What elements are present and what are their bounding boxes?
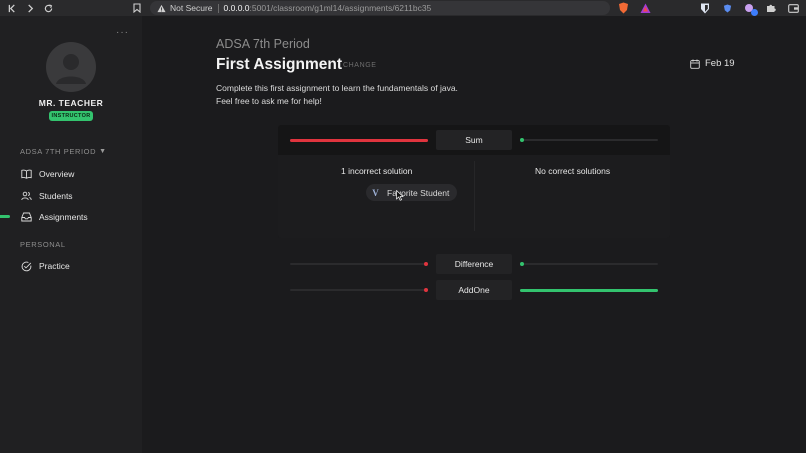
active-indicator — [0, 215, 10, 218]
class-section-toggle[interactable]: ADSA 7TH PERIOD ▼ — [20, 147, 107, 156]
caret-down-icon: ▼ — [99, 148, 107, 155]
sidebar-item-label: Practice — [39, 261, 70, 271]
brave-shield-icon[interactable] — [616, 1, 630, 15]
test-name: AddOne — [436, 280, 512, 300]
extension-dropper-icon[interactable] — [742, 1, 758, 16]
correct-dot — [520, 262, 524, 266]
correct-bar — [520, 289, 658, 292]
inbox-icon — [20, 211, 32, 223]
test-name: Sum — [436, 130, 512, 150]
sum-detail-area: 1 incorrect solution No correct solution… — [278, 155, 670, 238]
correct-heading: No correct solutions — [535, 166, 611, 176]
extension-badge — [751, 9, 758, 16]
forward-arrow-icon[interactable] — [21, 0, 39, 16]
warning-icon — [156, 3, 166, 13]
change-assignment-link[interactable]: CHANGE — [343, 62, 377, 69]
sidebar-item-label: Assignments — [39, 212, 88, 222]
incorrect-dot — [424, 262, 428, 266]
book-icon — [20, 168, 32, 180]
bookmark-icon[interactable] — [130, 0, 144, 16]
detail-divider — [474, 161, 475, 231]
check-circle-icon — [20, 260, 32, 272]
reload-icon[interactable] — [39, 0, 57, 16]
teacher-name: MR. TEACHER — [38, 98, 104, 108]
class-section-label: ADSA 7TH PERIOD — [20, 147, 97, 156]
brave-rewards-icon[interactable] — [638, 1, 652, 15]
wallet-icon[interactable] — [786, 1, 800, 15]
back-arrow-icon[interactable] — [3, 0, 21, 16]
more-options-icon[interactable]: ··· — [116, 27, 129, 38]
user-silhouette-icon — [56, 54, 86, 84]
assignment-description: Complete this first assignment to learn … — [216, 82, 516, 108]
correct-fill — [520, 289, 658, 292]
personal-section-label: PERSONAL — [20, 240, 66, 249]
class-title: ADSA 7th Period — [216, 37, 310, 51]
sidebar: ··· MR. TEACHER INSTRUCTOR ADSA 7TH PERI… — [0, 16, 142, 453]
sidebar-item-label: Students — [39, 191, 73, 201]
description-line: Feel free to ask me for help! — [216, 96, 322, 106]
sidebar-item-overview[interactable]: Overview — [0, 165, 142, 183]
incorrect-dot — [424, 288, 428, 292]
mouse-cursor-icon — [396, 190, 404, 201]
test-row-difference[interactable]: Difference — [278, 254, 670, 274]
extension-shield-icon[interactable] — [720, 1, 734, 15]
student-chip[interactable]: V Favorite Student — [366, 184, 457, 201]
avatar[interactable] — [46, 42, 96, 92]
browser-toolbar: Not Secure 0.0.0.0 :5001/classroom/g1ml1… — [0, 0, 806, 16]
due-date-text: Feb 19 — [705, 58, 735, 69]
student-initial: V — [372, 187, 379, 198]
incorrect-bar — [290, 139, 428, 142]
sidebar-item-practice[interactable]: Practice — [0, 257, 142, 275]
test-row-addone[interactable]: AddOne — [278, 280, 670, 300]
bitwarden-icon[interactable] — [698, 1, 712, 15]
puzzle-icon[interactable] — [764, 1, 778, 15]
test-name: Difference — [436, 254, 512, 274]
url-separator — [217, 3, 219, 13]
due-date[interactable]: Feb 19 — [690, 58, 735, 69]
url-path: :5001/classroom/g1ml14/assignments/6211b… — [249, 3, 432, 13]
incorrect-bar — [290, 262, 428, 266]
role-badge: INSTRUCTOR — [49, 111, 93, 121]
address-bar[interactable]: Not Secure 0.0.0.0 :5001/classroom/g1ml1… — [150, 1, 610, 15]
correct-bar — [520, 262, 658, 266]
sidebar-item-label: Overview — [39, 169, 75, 179]
incorrect-bar — [290, 288, 428, 292]
sidebar-item-students[interactable]: Students — [0, 187, 142, 205]
correct-bar — [520, 138, 658, 142]
incorrect-fill — [290, 139, 428, 142]
users-icon — [20, 190, 32, 202]
incorrect-heading: 1 incorrect solution — [341, 166, 413, 176]
correct-dot — [520, 138, 524, 142]
test-row-sum[interactable]: Sum — [278, 130, 670, 150]
calendar-icon — [690, 59, 700, 69]
page-title: First Assignment — [216, 56, 343, 73]
description-line: Complete this first assignment to learn … — [216, 83, 458, 93]
url-host: 0.0.0.0 — [223, 3, 250, 13]
security-label: Not Secure — [170, 3, 213, 13]
sidebar-item-assignments[interactable]: Assignments — [0, 208, 142, 226]
